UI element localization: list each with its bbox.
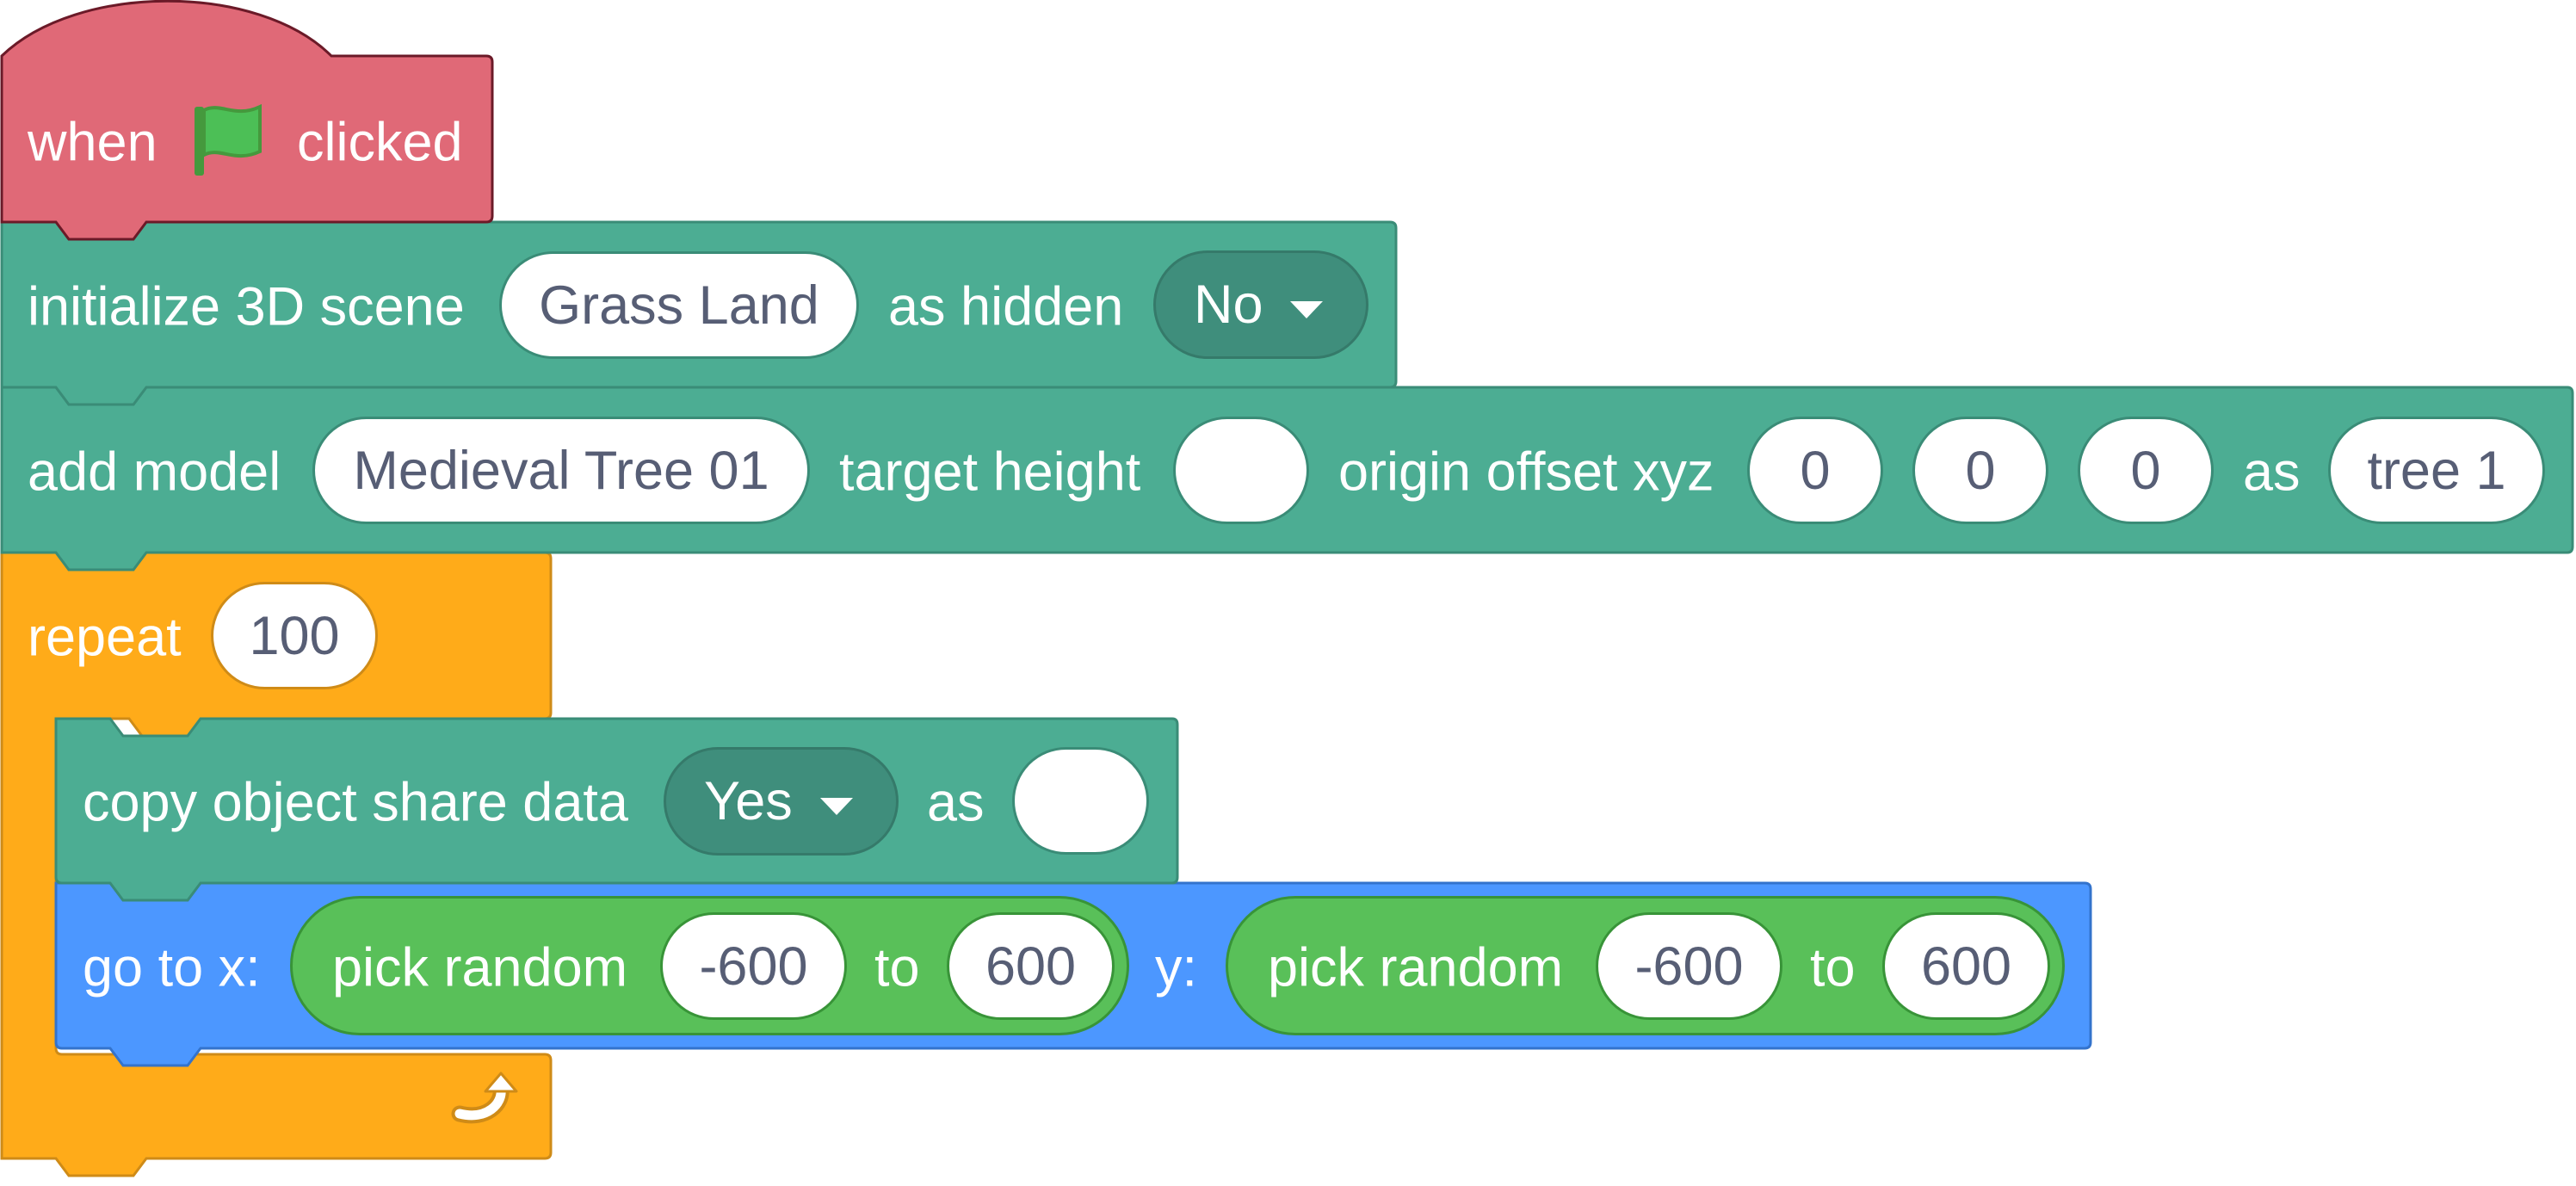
repeat-count-input[interactable]: 100	[211, 582, 378, 689]
hat-label-when: when	[28, 112, 158, 173]
as-hidden-label: as hidden	[888, 276, 1124, 337]
offset-y-input[interactable]: 0	[1912, 417, 2048, 524]
hat-label-clicked: clicked	[297, 112, 463, 173]
init-scene-label: initialize 3D scene	[28, 276, 465, 337]
random-x-to-input[interactable]: 600	[947, 912, 1115, 1020]
goto-x-label: go to x:	[83, 937, 261, 998]
origin-offset-label: origin offset xyz	[1338, 442, 1714, 503]
goto-y-label: y:	[1155, 937, 1198, 998]
target-height-input[interactable]	[1173, 417, 1309, 524]
hidden-dropdown[interactable]: No	[1153, 250, 1368, 359]
model-name-input[interactable]: Medieval Tree 01	[312, 417, 810, 524]
offset-z-input[interactable]: 0	[2078, 417, 2214, 524]
share-data-dropdown[interactable]: Yes	[664, 747, 899, 856]
add-model-label: add model	[28, 442, 281, 503]
random-y-to-input[interactable]: 600	[1882, 912, 2050, 1020]
random-y-to-label: to	[1810, 937, 1856, 998]
random-y-from-input[interactable]: -600	[1596, 912, 1782, 1020]
share-data-dropdown-value: Yes	[704, 771, 793, 831]
repeat-label: repeat	[28, 607, 182, 668]
random-x-to-label: to	[874, 937, 920, 998]
copy-name-input[interactable]	[1012, 747, 1149, 855]
target-height-label: target height	[839, 442, 1141, 503]
copy-object-as-label: as	[927, 772, 985, 833]
pick-random-x-label: pick random	[332, 937, 628, 998]
copy-object-label: copy object share data	[83, 772, 628, 833]
offset-x-input[interactable]: 0	[1747, 417, 1883, 524]
chevron-down-icon	[1290, 301, 1323, 318]
model-alias-input[interactable]: tree 1	[2328, 417, 2545, 524]
random-x-from-input[interactable]: -600	[660, 912, 847, 1020]
chevron-down-icon	[820, 798, 853, 815]
hidden-dropdown-value: No	[1194, 275, 1263, 335]
scene-name-input[interactable]: Grass Land	[499, 251, 859, 359]
add-model-as-label: as	[2243, 442, 2301, 503]
pick-random-y-label: pick random	[1268, 937, 1564, 998]
